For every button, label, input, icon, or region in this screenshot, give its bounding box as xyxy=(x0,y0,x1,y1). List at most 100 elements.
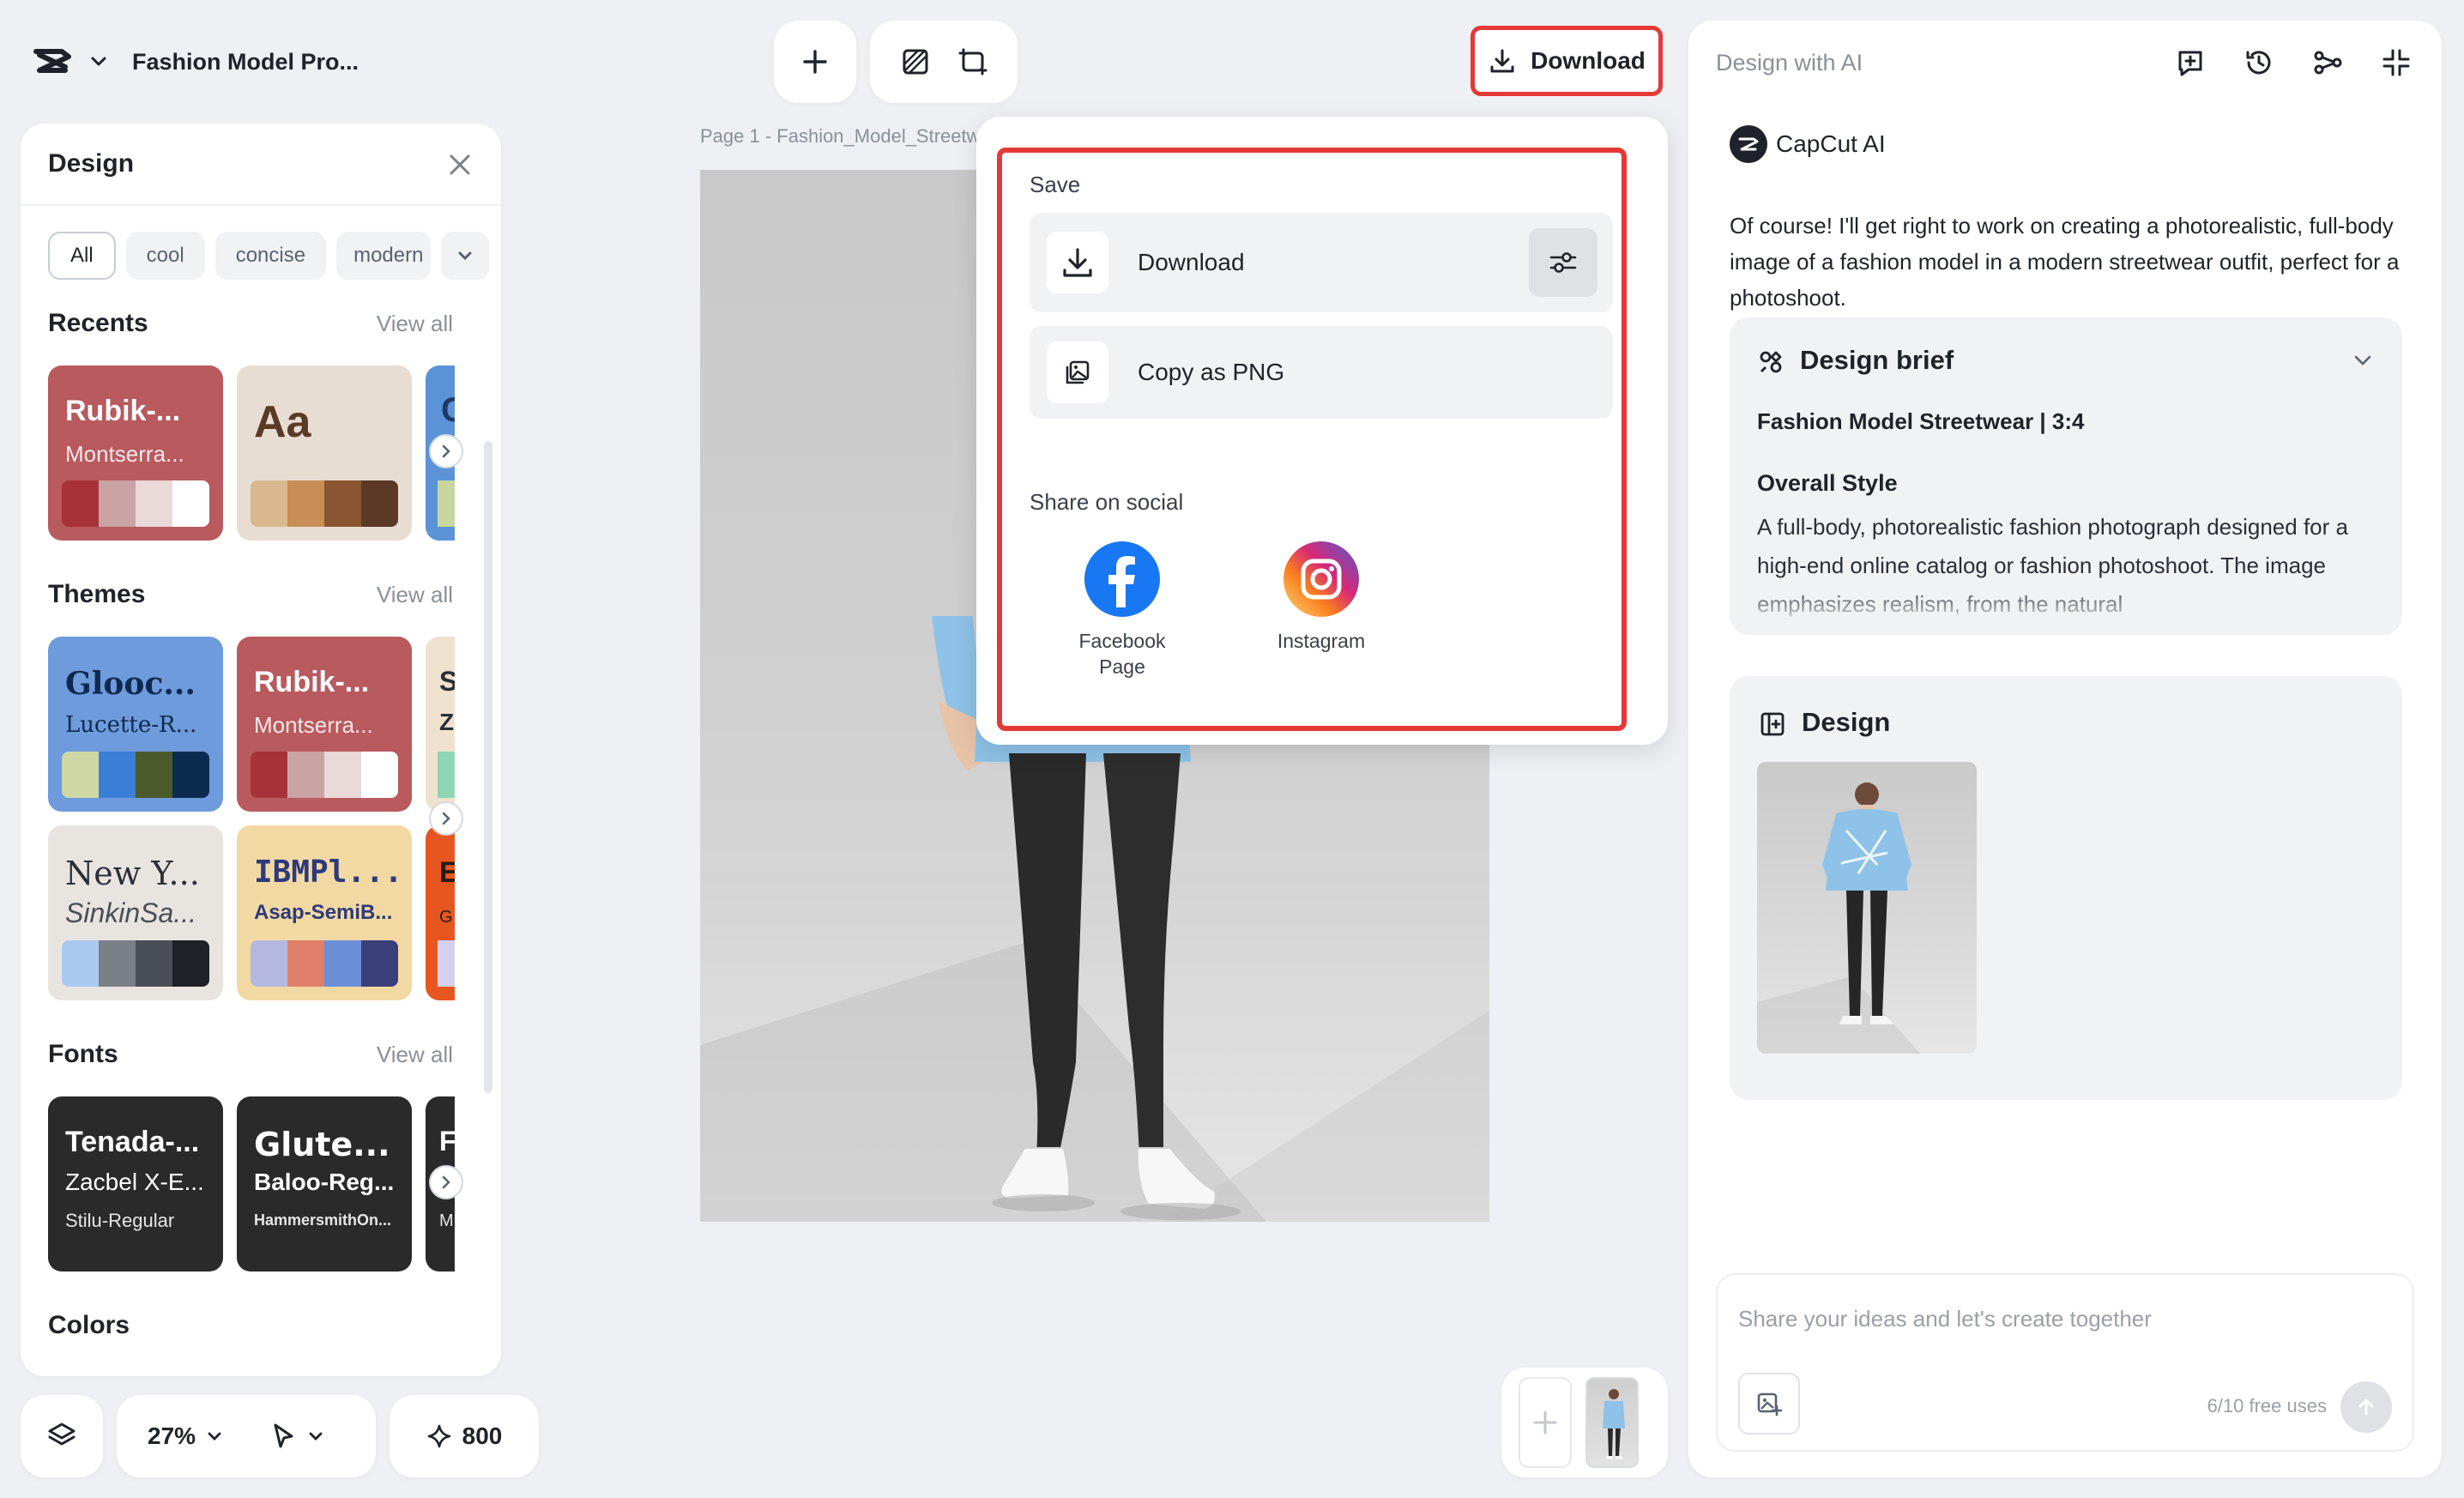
tile-heading: New Y... xyxy=(65,855,200,892)
theme-tile-6[interactable]: E G xyxy=(426,825,455,1000)
tile-subheading: Asap-SemiB... xyxy=(254,901,393,924)
resize-icon[interactable] xyxy=(957,46,987,77)
design-panel-scrollbar[interactable] xyxy=(484,441,492,1093)
tile-subheading: G xyxy=(439,908,453,927)
new-chat-icon[interactable] xyxy=(2172,45,2208,81)
chip-cool[interactable]: cool xyxy=(125,232,205,280)
chip-concise[interactable]: concise xyxy=(214,232,327,280)
pointer-icon[interactable] xyxy=(268,1421,299,1452)
tile-heading: S xyxy=(439,666,455,697)
ai-panel-actions xyxy=(2172,45,2414,81)
share-instagram-button[interactable]: Instagram xyxy=(1253,541,1390,654)
chip-all[interactable]: All xyxy=(48,232,116,280)
themes-view-all[interactable]: View all xyxy=(377,582,453,608)
layers-button[interactable] xyxy=(21,1395,103,1477)
save-section-label: Save xyxy=(1030,172,1081,197)
recents-next-button[interactable] xyxy=(429,434,463,468)
copy-as-png-option[interactable]: Copy as PNG xyxy=(1030,326,1613,419)
color-swatches xyxy=(251,940,398,987)
recents-view-all[interactable]: View all xyxy=(377,311,453,337)
recent-tile-2[interactable]: Aa xyxy=(237,365,412,541)
capcut-logo-icon[interactable] xyxy=(31,40,74,83)
font-tile-2[interactable]: Glute... Baloo-Reg... HammersmithOn... xyxy=(237,1096,412,1271)
design-brief-icon xyxy=(1760,351,1782,373)
download-option-label: Download xyxy=(1138,249,1245,275)
download-button[interactable]: Download xyxy=(1471,26,1663,96)
colors-title: Colors xyxy=(48,1311,130,1339)
theme-tile-4[interactable]: New Y... SinkinSa... xyxy=(48,825,223,1000)
tile-caption: Stilu-Regular xyxy=(65,1210,175,1231)
recents-title: Recents xyxy=(48,309,148,337)
tile-subheading: SinkinSa... xyxy=(65,897,196,928)
tile-caption: M xyxy=(439,1211,454,1230)
collapse-icon[interactable] xyxy=(2378,45,2414,81)
plus-icon xyxy=(803,50,827,74)
download-option[interactable]: Download xyxy=(1030,213,1613,312)
copy-as-png-label: Copy as PNG xyxy=(1138,359,1285,385)
design-brief-title: Design brief xyxy=(1800,345,1954,375)
copy-image-icon xyxy=(1047,341,1108,403)
chevron-down-icon[interactable] xyxy=(2349,347,2376,374)
theme-tile-5[interactable]: IBMPl... Asap-SemiB... xyxy=(237,825,412,1000)
send-button[interactable] xyxy=(2340,1381,2392,1433)
tile-heading: E xyxy=(439,856,455,889)
chat-input-placeholder[interactable]: Share your ideas and let's create togeth… xyxy=(1738,1306,2152,1332)
design-result-thumbnail[interactable] xyxy=(1757,762,1977,1054)
fonts-next-button[interactable] xyxy=(429,1165,463,1199)
chip-modern[interactable]: modern xyxy=(336,232,432,280)
page-label[interactable]: Page 1 - Fashion_Model_Streetwear xyxy=(700,125,1007,148)
design-panel: Design All cool concise modern Recents V… xyxy=(21,124,501,1376)
chevron-down-icon[interactable] xyxy=(204,1426,225,1447)
add-page-button[interactable] xyxy=(1519,1377,1572,1468)
pages-bar xyxy=(1501,1368,1668,1477)
ai-brand-name: CapCut AI xyxy=(1776,130,1886,157)
fonts-title: Fonts xyxy=(48,1040,118,1068)
theme-tile-1[interactable]: Glooc... Lucette-R... xyxy=(48,637,223,812)
chat-input-box[interactable]: Share your ideas and let's create togeth… xyxy=(1716,1273,2414,1452)
chips-expand-button[interactable] xyxy=(441,232,490,280)
project-title[interactable]: Fashion Model Pro... xyxy=(132,49,359,76)
color-swatches xyxy=(62,480,209,527)
page-thumbnail[interactable] xyxy=(1585,1377,1639,1468)
themes-next-button[interactable] xyxy=(429,801,463,836)
tile-heading: Aa xyxy=(254,397,311,447)
recent-tile-1[interactable]: Rubik-... Montserra... xyxy=(48,365,223,541)
tile-caption: HammersmithOn... xyxy=(254,1211,392,1229)
arrow-up-icon xyxy=(2358,1398,2374,1416)
facebook-label: Facebook Page xyxy=(1078,630,1166,678)
overall-style-label: Overall Style xyxy=(1757,470,1898,496)
close-icon[interactable] xyxy=(444,149,475,180)
ai-panel: Design with AI CapCut AI Of course! I'll… xyxy=(1688,21,2442,1477)
zoom-value[interactable]: 27% xyxy=(148,1422,196,1450)
design-brief-card[interactable]: Design brief Fashion Model Streetwear | … xyxy=(1730,317,2402,635)
design-panel-title: Design xyxy=(48,149,135,178)
download-settings-button[interactable] xyxy=(1529,228,1597,297)
chevron-down-icon xyxy=(458,251,472,261)
download-icon xyxy=(1490,49,1514,73)
zoom-control[interactable]: 27% xyxy=(117,1395,376,1477)
chevron-down-icon[interactable] xyxy=(305,1426,326,1447)
background-pattern-icon[interactable] xyxy=(900,46,931,77)
history-icon[interactable] xyxy=(2241,45,2277,81)
chevron-down-icon[interactable] xyxy=(86,49,112,75)
credits-count: 800 xyxy=(462,1422,503,1449)
theme-tile-2[interactable]: Rubik-... Montserra... xyxy=(237,637,412,812)
share-facebook-button[interactable]: Facebook Page xyxy=(1054,541,1191,680)
themes-title: Themes xyxy=(48,580,146,608)
tile-heading: Glooc... xyxy=(65,666,196,702)
capcut-ai-logo-icon xyxy=(1730,125,1767,163)
theme-tile-3[interactable]: S Z xyxy=(426,637,455,812)
download-icon xyxy=(1047,232,1108,293)
instagram-icon xyxy=(1283,541,1359,617)
fonts-view-all[interactable]: View all xyxy=(377,1042,453,1068)
instagram-label: Instagram xyxy=(1277,630,1366,652)
add-element-button[interactable] xyxy=(774,21,856,103)
font-tile-1[interactable]: Tenada-... Zacbel X-E... Stilu-Regular xyxy=(48,1096,223,1271)
design-add-icon xyxy=(1760,712,1785,736)
credits-badge[interactable]: 800 xyxy=(390,1395,539,1477)
share-icon[interactable] xyxy=(2310,45,2346,81)
tile-subheading: Zacbel X-E... xyxy=(65,1169,204,1195)
chevron-right-icon xyxy=(442,444,450,458)
attach-image-button[interactable] xyxy=(1738,1373,1800,1435)
facebook-icon xyxy=(1084,541,1160,617)
